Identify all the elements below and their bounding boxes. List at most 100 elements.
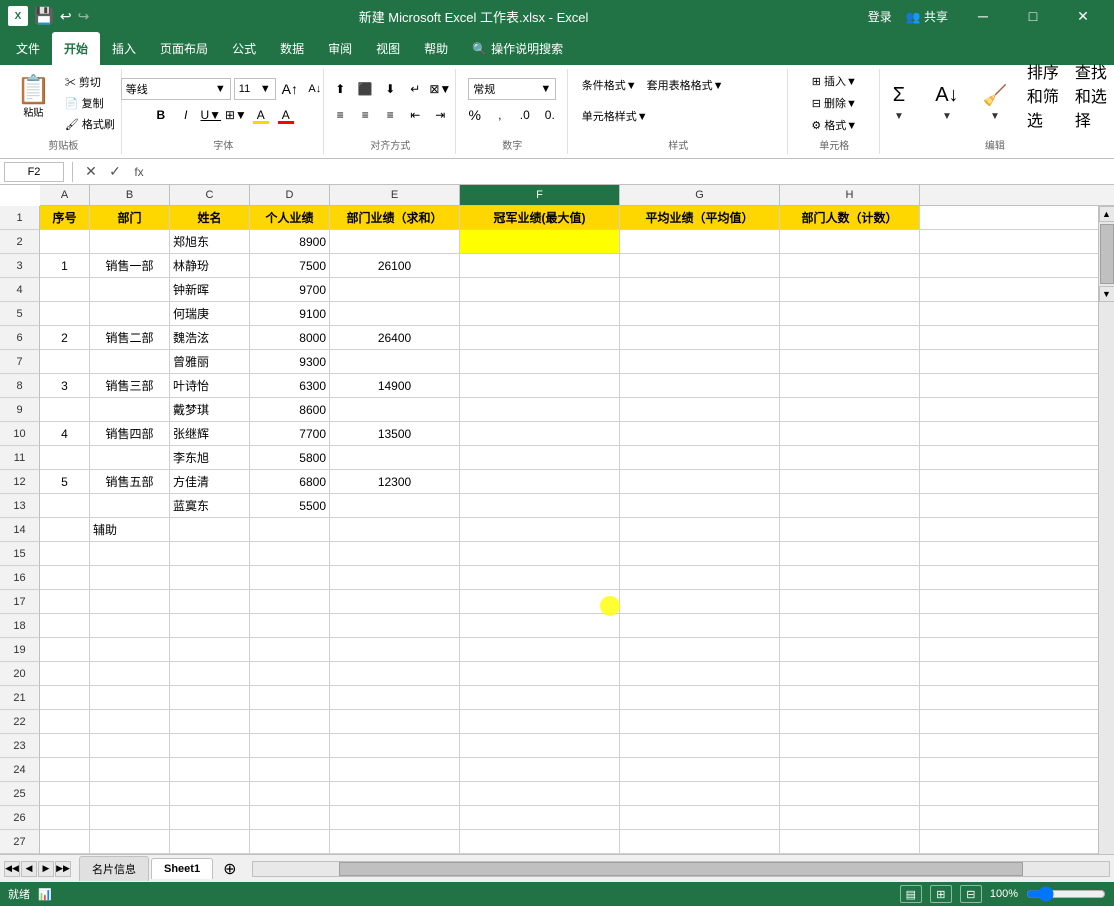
cell-a20[interactable] bbox=[40, 662, 90, 685]
cell-e7[interactable] bbox=[330, 350, 460, 373]
cell-a1[interactable]: 序号 bbox=[40, 206, 90, 229]
tab-data[interactable]: 数据 bbox=[268, 32, 316, 65]
share-icon[interactable]: 👥 共享 bbox=[906, 8, 948, 25]
cell-b9[interactable] bbox=[90, 398, 170, 421]
sheet-tab-mingpian[interactable]: 名片信息 bbox=[79, 856, 149, 881]
align-top-button[interactable]: ⬆ bbox=[329, 78, 351, 100]
scroll-up-button[interactable]: ▲ bbox=[1099, 206, 1114, 222]
cell-a19[interactable] bbox=[40, 638, 90, 661]
cell-h6[interactable] bbox=[780, 326, 920, 349]
fill-color-button[interactable]: A bbox=[250, 104, 272, 126]
cell-g8[interactable] bbox=[620, 374, 780, 397]
col-header-d[interactable]: D bbox=[250, 185, 330, 205]
cell-a18[interactable] bbox=[40, 614, 90, 637]
cell-h11[interactable] bbox=[780, 446, 920, 469]
align-right-button[interactable]: ≡ bbox=[379, 104, 401, 126]
format-button[interactable]: ⚙ 格式▼ bbox=[807, 115, 861, 135]
cell-a14[interactable] bbox=[40, 518, 90, 541]
row-num-14[interactable]: 14 bbox=[0, 518, 40, 542]
col-header-a[interactable]: A bbox=[40, 185, 90, 205]
cell-h8[interactable] bbox=[780, 374, 920, 397]
percent-button[interactable]: % bbox=[464, 104, 486, 126]
cell-b11[interactable] bbox=[90, 446, 170, 469]
add-sheet-button[interactable]: ⊕ bbox=[215, 855, 244, 883]
cell-h9[interactable] bbox=[780, 398, 920, 421]
cell-f3[interactable] bbox=[460, 254, 620, 277]
cell-g7[interactable] bbox=[620, 350, 780, 373]
row-num-13[interactable]: 13 bbox=[0, 494, 40, 518]
sort-filter-button[interactable]: 排序和筛选 bbox=[1021, 75, 1065, 115]
cell-h2[interactable] bbox=[780, 230, 920, 253]
row-num-11[interactable]: 11 bbox=[0, 446, 40, 470]
cell-a16[interactable] bbox=[40, 566, 90, 589]
cell-a26[interactable] bbox=[40, 806, 90, 829]
align-middle-button[interactable]: ⬛ bbox=[354, 78, 376, 100]
sheet-nav-first[interactable]: ◀◀ bbox=[4, 861, 20, 877]
col-header-f[interactable]: F bbox=[460, 185, 620, 205]
cell-d2[interactable]: 8900 bbox=[250, 230, 330, 253]
cell-a27[interactable] bbox=[40, 830, 90, 853]
cancel-formula-button[interactable]: ✕ bbox=[81, 162, 101, 182]
italic-button[interactable]: I bbox=[175, 104, 197, 126]
cell-c5[interactable]: 何瑞庚 bbox=[170, 302, 250, 325]
sum-button[interactable]: Σ ▼ bbox=[877, 75, 921, 126]
scroll-thumb[interactable] bbox=[1100, 224, 1114, 284]
cell-d10[interactable]: 7700 bbox=[250, 422, 330, 445]
cell-c3[interactable]: 林静玢 bbox=[170, 254, 250, 277]
cell-b14[interactable]: 辅助 bbox=[90, 518, 170, 541]
align-center-button[interactable]: ≡ bbox=[354, 104, 376, 126]
cell-c1[interactable]: 姓名 bbox=[170, 206, 250, 229]
cell-d12[interactable]: 6800 bbox=[250, 470, 330, 493]
col-header-b[interactable]: B bbox=[90, 185, 170, 205]
increase-indent-button[interactable]: ⇥ bbox=[429, 104, 451, 126]
cell-e8[interactable]: 14900 bbox=[330, 374, 460, 397]
row-num-22[interactable]: 22 bbox=[0, 710, 40, 734]
tab-help[interactable]: 帮助 bbox=[412, 32, 460, 65]
row-num-24[interactable]: 24 bbox=[0, 758, 40, 782]
row-num-2[interactable]: 2 bbox=[0, 230, 40, 254]
cell-h10[interactable] bbox=[780, 422, 920, 445]
cell-a6[interactable]: 2 bbox=[40, 326, 90, 349]
cell-a9[interactable] bbox=[40, 398, 90, 421]
cell-f6[interactable] bbox=[460, 326, 620, 349]
cell-b13[interactable] bbox=[90, 494, 170, 517]
tab-search[interactable]: 🔍 操作说明搜索 bbox=[460, 32, 575, 65]
cell-c4[interactable]: 钟新晖 bbox=[170, 278, 250, 301]
cell-g9[interactable] bbox=[620, 398, 780, 421]
cell-a21[interactable] bbox=[40, 686, 90, 709]
paste-button[interactable]: 📋 粘贴 bbox=[8, 72, 59, 134]
cell-h1[interactable]: 部门人数（计数） bbox=[780, 206, 920, 229]
vertical-scrollbar[interactable]: ▲ ▼ bbox=[1098, 206, 1114, 854]
fill-button[interactable]: A↓ ▼ bbox=[925, 75, 969, 126]
cell-c12[interactable]: 方佳清 bbox=[170, 470, 250, 493]
find-select-button[interactable]: 查找和选择 bbox=[1069, 75, 1113, 115]
cell-e3[interactable]: 26100 bbox=[330, 254, 460, 277]
cell-h12[interactable] bbox=[780, 470, 920, 493]
cell-c6[interactable]: 魏浩泫 bbox=[170, 326, 250, 349]
merge-button[interactable]: ⊠▼ bbox=[429, 78, 451, 100]
cell-h5[interactable] bbox=[780, 302, 920, 325]
row-num-4[interactable]: 4 bbox=[0, 278, 40, 302]
cell-a4[interactable] bbox=[40, 278, 90, 301]
cell-f4[interactable] bbox=[460, 278, 620, 301]
cell-b12[interactable]: 销售五部 bbox=[90, 470, 170, 493]
cell-b2[interactable] bbox=[90, 230, 170, 253]
cell-d5[interactable]: 9100 bbox=[250, 302, 330, 325]
row-num-18[interactable]: 18 bbox=[0, 614, 40, 638]
wrap-text-button[interactable]: ↵ bbox=[404, 78, 426, 100]
increase-decimal-button[interactable]: .0 bbox=[514, 104, 536, 126]
underline-button[interactable]: U▼ bbox=[200, 104, 222, 126]
sheet-tab-sheet1[interactable]: Sheet1 bbox=[151, 858, 213, 879]
cell-b6[interactable]: 销售二部 bbox=[90, 326, 170, 349]
cell-a7[interactable] bbox=[40, 350, 90, 373]
font-size-selector[interactable]: 11▼ bbox=[234, 78, 276, 100]
cell-d8[interactable]: 6300 bbox=[250, 374, 330, 397]
formula-input[interactable] bbox=[153, 162, 1110, 182]
cell-e12[interactable]: 12300 bbox=[330, 470, 460, 493]
cell-f13[interactable] bbox=[460, 494, 620, 517]
cell-g11[interactable] bbox=[620, 446, 780, 469]
row-num-5[interactable]: 5 bbox=[0, 302, 40, 326]
horizontal-scrollbar[interactable] bbox=[252, 861, 1110, 877]
cell-a3[interactable]: 1 bbox=[40, 254, 90, 277]
row-num-15[interactable]: 15 bbox=[0, 542, 40, 566]
